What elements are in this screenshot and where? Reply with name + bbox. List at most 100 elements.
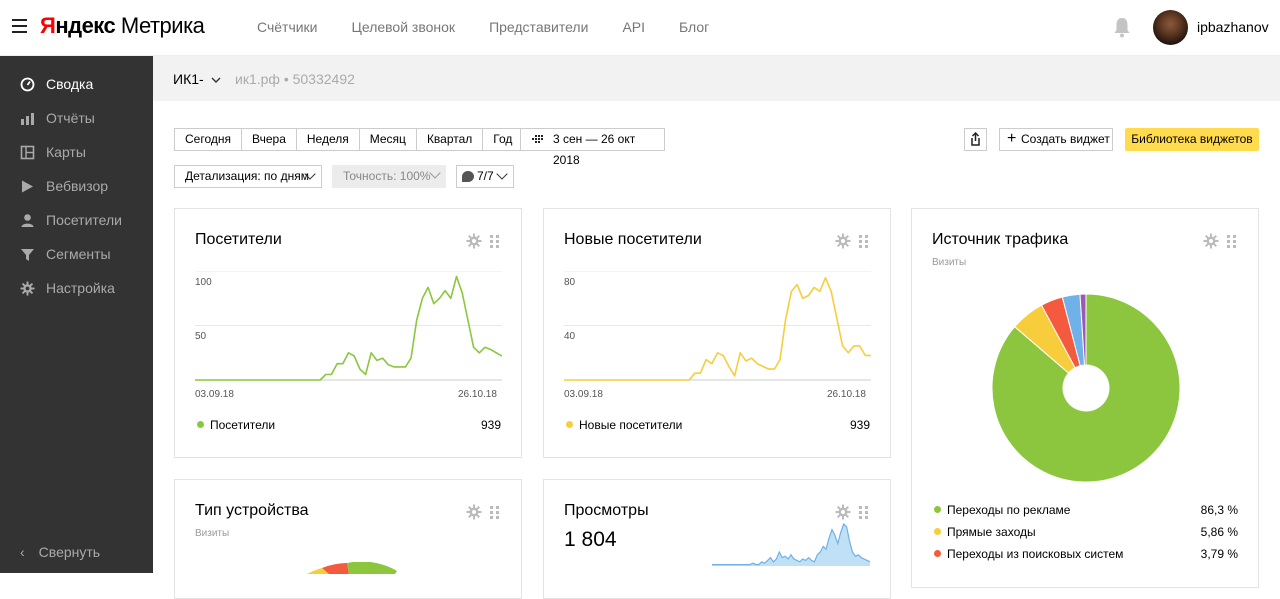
widget-subtitle: Визиты [932, 257, 967, 268]
device-pie-chart-partial [307, 562, 397, 574]
legend-label: Переходы из поисковых систем [947, 547, 1124, 561]
counter-selector[interactable]: ИК1- [173, 71, 221, 87]
export-button[interactable] [964, 128, 987, 151]
legend-dot [197, 421, 204, 428]
legend-label: Посетители [210, 418, 276, 432]
period-week[interactable]: Неделя [295, 128, 360, 151]
chevron-down-icon [496, 168, 508, 180]
settings-gear-icon[interactable] [1203, 233, 1219, 249]
legend-label: Переходы по рекламе [947, 503, 1071, 517]
detail-dropdown[interactable]: Детализация: по дням [174, 165, 322, 188]
y-tick-label: 80 [564, 277, 576, 288]
accuracy-dropdown[interactable]: Точность: 100% [332, 165, 446, 188]
sidebar-item-webvisor[interactable]: Вебвизор [0, 171, 153, 201]
collapse-sidebar-button[interactable]: ‹ Свернуть [20, 544, 100, 560]
create-widget-label: Создать виджет [1021, 132, 1110, 146]
legend-item[interactable]: Прямые заходы [934, 525, 1036, 539]
sidebar-item-visitors[interactable]: Посетители [0, 205, 153, 235]
calendar-icon [532, 135, 543, 143]
legend-total: 939 [849, 418, 870, 432]
comment-icon [462, 171, 474, 182]
period-yesterday[interactable]: Вчера [241, 128, 297, 151]
widget-visitors: Посетители 100 50 03.09.18 26.10.18 Посе… [174, 208, 522, 458]
widget-device-type: Тип устройства Визиты [174, 479, 522, 599]
counter-site: ик1.рф • 50332492 [235, 71, 355, 87]
widget-title: Просмотры [564, 502, 649, 519]
breadcrumb: ИК1- ик1.рф • 50332492 [153, 56, 1280, 101]
map-icon [20, 145, 35, 160]
sidebar-item-label: Сводка [46, 76, 94, 92]
create-widget-button[interactable]: + Создать виджет [999, 128, 1113, 151]
bell-icon[interactable] [1113, 16, 1131, 38]
segments-dropdown[interactable]: 7/7 [456, 165, 514, 188]
legend-item[interactable]: Переходы по рекламе [934, 503, 1070, 517]
accuracy-label: Точность: 100% [343, 169, 431, 183]
widget-library-button[interactable]: Библиотека виджетов [1125, 128, 1259, 151]
nav-api[interactable]: API [622, 19, 645, 35]
chevron-down-icon [211, 77, 221, 83]
legend-dot [934, 506, 941, 513]
date-range-button[interactable]: 3 сен — 26 окт 2018 [520, 128, 665, 167]
user-icon [20, 213, 35, 228]
traffic-pie-chart [991, 293, 1181, 483]
legend-item: Новые посетители [566, 418, 682, 432]
logo-metrika: Метрика [120, 13, 205, 38]
period-today[interactable]: Сегодня [174, 128, 242, 151]
y-tick-label: 40 [564, 331, 576, 342]
legend-dot [934, 528, 941, 535]
drag-handle-icon[interactable] [490, 235, 499, 248]
bar-chart-icon [20, 111, 35, 126]
x-tick-label: 03.09.18 [564, 389, 603, 400]
nav-counters[interactable]: Счётчики [257, 19, 318, 35]
counter-name: ИК1- [173, 71, 204, 87]
nav-representatives[interactable]: Представители [489, 19, 588, 35]
logo-ya: Я [40, 13, 56, 38]
period-month[interactable]: Месяц [358, 128, 417, 151]
drag-handle-icon[interactable] [490, 506, 499, 519]
username[interactable]: ipbazhanov [1197, 19, 1269, 35]
period-year[interactable]: Год [482, 128, 524, 151]
drag-handle-icon[interactable] [1227, 235, 1236, 248]
sidebar-item-summary[interactable]: Сводка [0, 69, 153, 99]
y-tick-label: 50 [195, 331, 207, 342]
sidebar-item-reports[interactable]: Отчёты [0, 103, 153, 133]
sidebar-item-label: Сегменты [46, 246, 111, 262]
nav-target-call[interactable]: Целевой звонок [352, 19, 456, 35]
settings-gear-icon[interactable] [835, 233, 851, 249]
sidebar-item-segments[interactable]: Сегменты [0, 239, 153, 269]
legend-dot [934, 550, 941, 557]
legend-item[interactable]: Переходы из поисковых систем [934, 547, 1123, 561]
collapse-label: Свернуть [38, 544, 101, 560]
drag-handle-icon[interactable] [859, 506, 868, 519]
settings-gear-icon[interactable] [835, 504, 851, 520]
drag-handle-icon[interactable] [859, 235, 868, 248]
visitors-line-chart [195, 271, 502, 381]
widget-pageviews: Просмотры 1 804 [543, 479, 891, 599]
avatar[interactable] [1153, 10, 1188, 45]
chevron-left-icon: ‹ [20, 544, 25, 560]
period-quarter[interactable]: Квартал [415, 128, 484, 151]
settings-gear-icon[interactable] [466, 504, 482, 520]
legend-total: 939 [480, 418, 501, 432]
sidebar-item-settings[interactable]: Настройка [0, 273, 153, 303]
widget-new-visitors: Новые посетители 80 40 03.09.18 26.10.18… [543, 208, 891, 458]
widget-title: Посетители [195, 231, 282, 248]
sidebar-item-label: Карты [46, 144, 86, 160]
legend-dot [566, 421, 573, 428]
gear-icon [20, 280, 35, 296]
menu-icon[interactable] [12, 19, 27, 33]
device-slice [347, 562, 397, 574]
legend-item: Посетители [197, 418, 275, 432]
sidebar-item-maps[interactable]: Карты [0, 137, 153, 167]
widget-title: Новые посетители [564, 231, 702, 248]
settings-gear-icon[interactable] [466, 233, 482, 249]
series-line [195, 275, 502, 381]
new-visitors-line-chart [564, 271, 871, 381]
top-nav: Счётчики Целевой звонок Представители AP… [257, 19, 743, 35]
plus-icon: + [1007, 130, 1017, 147]
nav-blog[interactable]: Блог [679, 19, 709, 35]
pageviews-total: 1 804 [564, 528, 617, 551]
period-selector: Сегодня Вчера Неделя Месяц Квартал Год [174, 128, 524, 151]
logo[interactable]: Яндекс Метрика [40, 13, 205, 39]
widget-title: Источник трафика [932, 231, 1069, 248]
